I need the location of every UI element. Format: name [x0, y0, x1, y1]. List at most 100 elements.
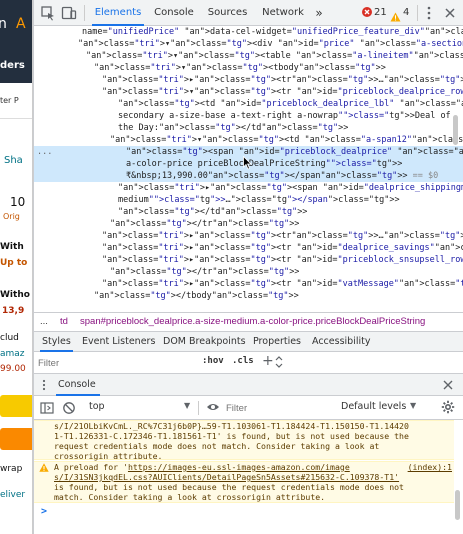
drawer-tab-console[interactable]: Console: [58, 374, 96, 396]
dom-line[interactable]: "an">class="tg"></tbody"an">class="tg">>: [34, 290, 463, 302]
dom-line[interactable]: "an">class="tri">▸"an">class="tg"><tr "a…: [34, 242, 463, 254]
amazon-upto-fragment: Up to: [0, 258, 28, 268]
console-warning-message[interactable]: A preload for 'https://images-eu.ssl-ima…: [34, 461, 454, 503]
console-warning-message[interactable]: s/I/21OLbiKvCmL._RC%7C31j6b0P}…59-T1.103…: [34, 420, 454, 461]
dom-line-text: name="unifiedPrice" "an">data-cel-widget…: [82, 27, 463, 37]
dom-line-text: "an">class="tri">▾"an">class="tg"><div "…: [78, 39, 463, 49]
console-prompt[interactable]: >: [41, 507, 47, 517]
sidebar-toggle-icon[interactable]: [40, 401, 54, 418]
dom-line[interactable]: secondary a-size-base a-text-right a-now…: [34, 110, 463, 122]
hov-toggle[interactable]: :hov: [202, 356, 224, 366]
amazon-without-fragment: Witho: [0, 290, 30, 300]
warning-count[interactable]: 4: [403, 0, 409, 26]
live-expression-eye-icon[interactable]: [206, 402, 220, 415]
new-style-rule-button[interactable]: +: [262, 353, 274, 369]
dom-line[interactable]: "an">class="tri">▾"an">class="tg"><td "a…: [34, 134, 463, 146]
device-toolbar-icon[interactable]: [61, 5, 77, 21]
preload-url-link[interactable]: https://images-eu.ssl-images-amazon.com/…: [128, 462, 350, 472]
more-tabs-button[interactable]: »: [312, 0, 326, 26]
console-scrollbar[interactable]: [454, 420, 461, 520]
console-filter-input[interactable]: [226, 400, 326, 416]
dom-line[interactable]: medium"">class="tg">>…">class="tg"></spa…: [34, 194, 463, 206]
dom-line[interactable]: "an">class="tri">▸"an">class="tg"><tr"an…: [34, 74, 463, 86]
dom-line[interactable]: "an">class="tri">▸"an">class="tg"><tr"an…: [34, 230, 463, 242]
settings-gear-icon[interactable]: [421, 5, 437, 21]
tab-network[interactable]: Network: [258, 0, 308, 26]
dom-line[interactable]: "an">class="tg"><td "an">id="priceblock_…: [34, 98, 463, 110]
levels-dropdown-icon[interactable]: ▼: [410, 401, 416, 410]
context-dropdown-icon[interactable]: ▼: [184, 401, 190, 410]
amazon-share-link[interactable]: Sha: [4, 155, 23, 166]
amazon-buy-now-button[interactable]: [0, 428, 32, 450]
context-selector[interactable]: top: [89, 401, 105, 412]
tab-dom-breakpoints[interactable]: DOM Breakpoints: [163, 332, 246, 352]
breadcrumb-item-td[interactable]: td: [60, 313, 68, 331]
console-message-line: 1-T1.126331-C.172346-T1.181561-T1' is fo…: [54, 431, 409, 441]
clear-console-icon[interactable]: [62, 401, 76, 418]
breadcrumb-dots[interactable]: ...: [40, 313, 48, 331]
drawer-menu-icon[interactable]: [42, 379, 46, 394]
amazon-fragment: ter P: [0, 96, 19, 105]
dom-line-text: ₹&nbsp;13,990.00"an">class="tg"></span"a…: [126, 171, 439, 181]
dom-line[interactable]: the Day:"an">class="tg"></td"an">class="…: [34, 122, 463, 134]
inspect-element-icon[interactable]: [40, 5, 56, 21]
tab-console[interactable]: Console: [150, 0, 198, 26]
console-messages[interactable]: s/I/21OLbiKvCmL._RC%7C31j6b0P}…59-T1.103…: [34, 420, 463, 534]
amazon-deliver-fragment[interactable]: eliver: [0, 490, 25, 500]
dom-line[interactable]: "an">class="tg"></td"an">class="tg">>: [34, 206, 463, 218]
close-devtools-icon[interactable]: [442, 5, 458, 21]
close-drawer-icon[interactable]: [442, 379, 454, 394]
dom-line[interactable]: "an">class="tg"></tr"an">class="tg">>: [34, 218, 463, 230]
dom-line-text: "an">class="tri">▸"an">class="tg"><tr"an…: [102, 231, 463, 241]
dom-line[interactable]: "an">class="tri">▸"an">class="tg"><span …: [34, 182, 463, 194]
elements-scrollbar[interactable]: [452, 30, 459, 310]
amazon-price2-fragment: 13,9: [2, 306, 25, 316]
breadcrumb-item-span[interactable]: span#priceblock_dealprice.a-size-medium.…: [80, 313, 425, 331]
dom-line[interactable]: "an">class="tri">▾"an">class="tg"><div "…: [34, 38, 463, 50]
elements-scrollbar-thumb[interactable]: [453, 115, 458, 145]
dom-line[interactable]: "an">class="tri">▾"an">class="tg"><tbody…: [34, 62, 463, 74]
preload-url-link-cont[interactable]: s/I/31SN3jkqdEL.css?AUIClients/DetailPag…: [54, 472, 399, 482]
dom-line-text: "an">class="tri">▸"an">class="tg"><tr"an…: [102, 75, 463, 85]
dom-line-text: "an">class="tg"><td "an">id="priceblock_…: [118, 99, 463, 109]
computed-toggle-icon[interactable]: [274, 356, 284, 371]
source-location-link[interactable]: (index):1: [408, 462, 452, 472]
console-input[interactable]: [54, 506, 449, 520]
dom-line[interactable]: "an">class="tri">▾"an">class="tg"><tr "a…: [34, 86, 463, 98]
dom-line-text: "an">class="tri">▾"an">class="tg"><table…: [86, 51, 463, 61]
dom-line[interactable]: "an">class="tri">▸"an">class="tg"><tr "a…: [34, 254, 463, 266]
dom-line[interactable]: name="unifiedPrice" "an">data-cel-widget…: [34, 26, 463, 38]
dom-line[interactable]: "an">class="tg"></tr"an">class="tg">>: [34, 266, 463, 278]
dom-line[interactable]: "an">class="tri">▾"an">class="tg"><table…: [34, 50, 463, 62]
amazon-with-fragment: With: [0, 242, 24, 252]
warning-icon: [390, 7, 401, 26]
tab-properties[interactable]: Properties: [253, 332, 301, 352]
dom-line-text: "an">class="tg"></tr"an">class="tg">>: [110, 267, 300, 277]
log-levels-dropdown[interactable]: Default levels: [341, 401, 406, 412]
amazon-page-strip: n A ders ter P Sha 10 Orig With Up to Wi…: [0, 0, 33, 534]
console-scrollbar-thumb[interactable]: [455, 490, 460, 520]
tab-accessibility[interactable]: Accessibility: [312, 332, 370, 352]
tab-styles[interactable]: Styles: [40, 332, 73, 352]
elements-dom-tree[interactable]: name="unifiedPrice" "an">data-cel-widget…: [34, 26, 463, 313]
console-message-line: match. Consider taking a look at crossor…: [54, 492, 326, 502]
console-settings-gear-icon[interactable]: [441, 400, 455, 417]
dom-line-text: medium"">class="tg">>…">class="tg"></spa…: [118, 195, 400, 205]
error-count[interactable]: 21: [374, 0, 387, 26]
amazon-add-to-cart-button[interactable]: [0, 395, 32, 417]
amazon-link-fragment[interactable]: amaz: [0, 349, 25, 359]
dom-dots[interactable]: ...: [37, 146, 52, 158]
devtools-toolbar: Elements Console Sources Network » 21 4: [34, 0, 463, 26]
tab-event-listeners[interactable]: Event Listeners: [82, 332, 155, 352]
tab-sources[interactable]: Sources: [205, 0, 250, 26]
tab-elements[interactable]: Elements: [92, 0, 144, 26]
styles-filter-input[interactable]: [38, 355, 188, 371]
console-message-line: crossorigin attribute.: [54, 451, 163, 461]
dom-line-text: "an">class="tri">▾"an">class="tg"><td "a…: [110, 135, 463, 145]
dom-line-text: "an">class="tri">▸"an">class="tg"><span …: [118, 183, 463, 193]
dom-line-text: secondary a-size-base a-text-right a-now…: [118, 111, 451, 121]
dom-line-text: "an">class="tri">▸"an">class="tg"><tr "a…: [102, 279, 463, 289]
cls-toggle[interactable]: .cls: [232, 356, 254, 366]
dom-line[interactable]: "an">class="tri">▸"an">class="tg"><tr "a…: [34, 278, 463, 290]
amazon-nav-orders[interactable]: ders: [0, 60, 25, 71]
